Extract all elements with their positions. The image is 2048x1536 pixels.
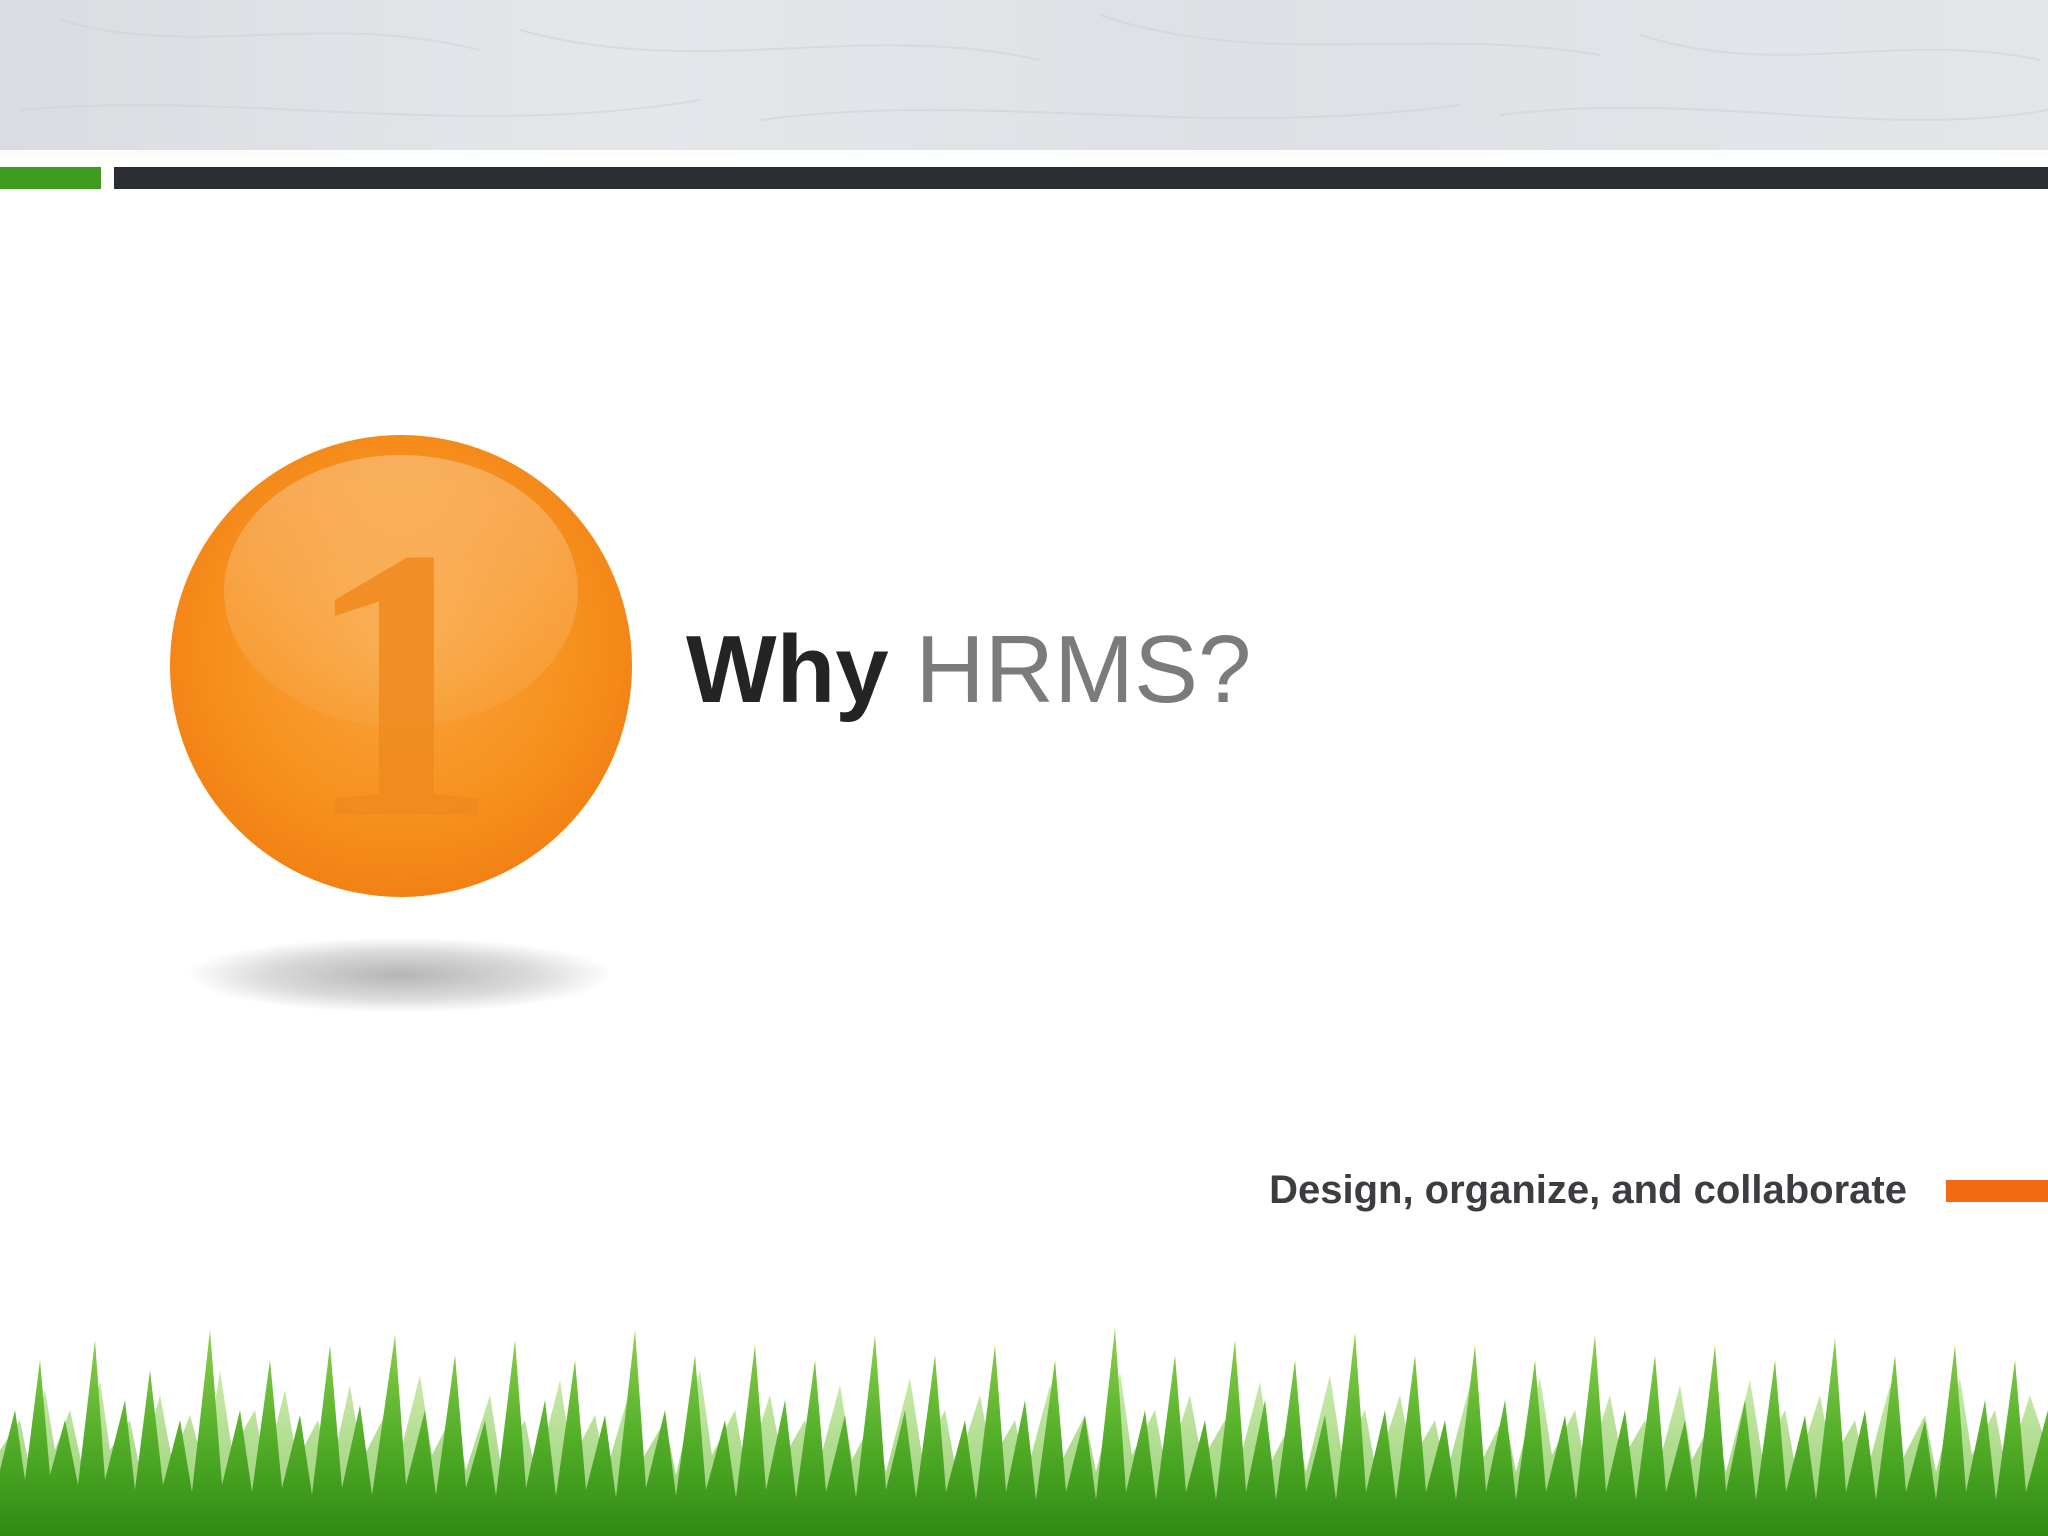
green-accent-bar — [0, 167, 101, 189]
grass-decoration — [0, 1328, 2048, 1536]
dark-divider-bar — [114, 167, 2048, 189]
title-bold-word: Why — [686, 616, 889, 723]
slide-subtitle: Design, organize, and collaborate — [1269, 1168, 1907, 1212]
header-texture-band — [0, 0, 2048, 158]
badge-number: 1 — [304, 468, 499, 897]
badge-shadow — [190, 938, 610, 1012]
orange-accent-bar — [1946, 1180, 2048, 1202]
slide: 1 Why HRMS? Design, organize, and collab… — [0, 0, 2048, 1536]
title-light-word: HRMS? — [915, 616, 1252, 723]
header-texture — [0, 0, 2048, 158]
slide-title: Why HRMS? — [686, 610, 1251, 730]
number-badge: 1 — [170, 435, 632, 897]
